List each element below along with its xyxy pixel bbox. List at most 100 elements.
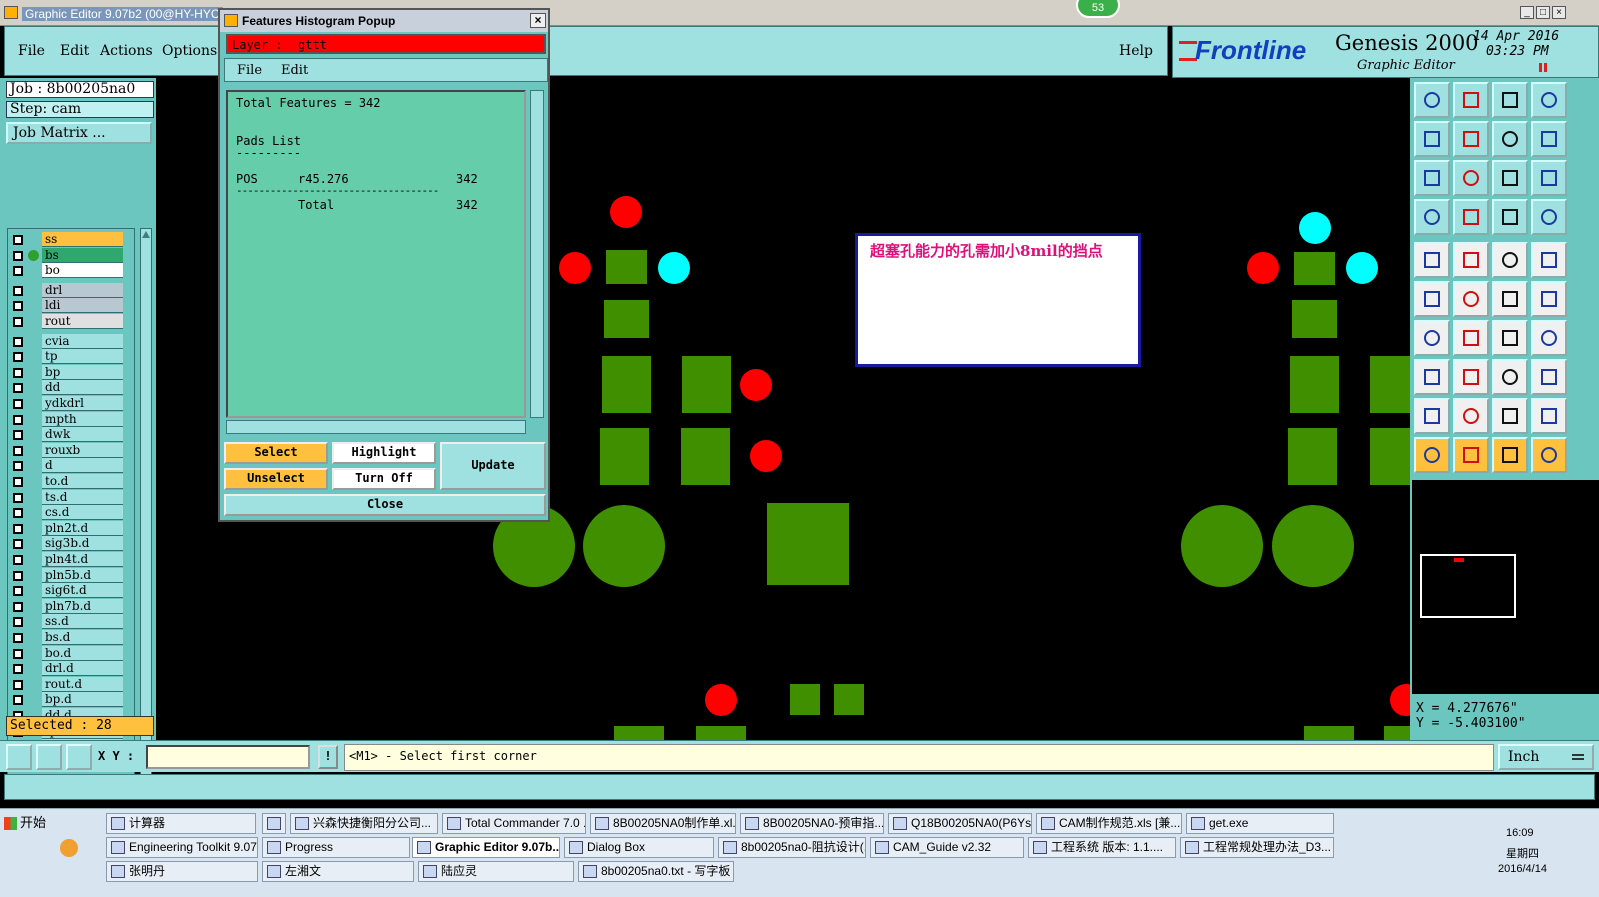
menu-actions[interactable]: Actions <box>100 43 153 59</box>
measure-icon[interactable] <box>1492 359 1528 395</box>
grid-icon[interactable] <box>66 744 92 770</box>
taskbar-button[interactable]: CAM制作规范.xls [兼... <box>1036 813 1182 834</box>
layer-row[interactable]: bs <box>8 247 132 263</box>
layer-name[interactable]: bs.d <box>42 630 123 645</box>
layer-name[interactable]: rout <box>42 314 123 329</box>
taskbar-button[interactable]: Q18B00205NA0(P6Ys)... <box>888 813 1032 834</box>
layer-row[interactable]: cvia <box>8 333 132 349</box>
taskbar-button[interactable]: 8B00205NA0制作单.xl... <box>590 813 736 834</box>
layer-row[interactable]: sig3b.d <box>8 536 132 552</box>
layer-name[interactable]: pln7b.d <box>42 598 123 614</box>
pointer-icon[interactable] <box>1414 437 1450 473</box>
job-matrix-button[interactable]: Job Matrix ... <box>6 122 152 144</box>
flip-icon[interactable] <box>1531 121 1567 157</box>
layer-name[interactable]: bp.d <box>42 692 123 708</box>
home-icon[interactable] <box>1414 82 1450 118</box>
measure-icon[interactable] <box>36 744 62 770</box>
select-button[interactable]: Select <box>224 442 328 464</box>
layer-row[interactable]: pln7b.d <box>8 598 132 614</box>
popup-menu-file[interactable]: File <box>237 63 262 78</box>
layer-checkbox[interactable] <box>13 617 23 628</box>
layer-row[interactable]: pln5b.d <box>8 567 132 583</box>
layer-checkbox[interactable] <box>13 664 23 675</box>
turn-off-button[interactable]: Turn Off <box>332 468 436 490</box>
help-icon[interactable] <box>1531 160 1567 196</box>
layer-checkbox[interactable] <box>13 648 23 659</box>
layer-row[interactable]: to.d <box>8 474 132 489</box>
taskbar-button[interactable]: get.exe <box>1186 813 1334 834</box>
layer-name[interactable]: tp <box>42 349 123 365</box>
layer-checkbox[interactable] <box>13 539 23 550</box>
zoom-area-icon[interactable] <box>6 744 32 770</box>
layer-checkbox[interactable] <box>13 523 23 534</box>
layer-checkbox[interactable] <box>13 301 23 312</box>
layer-name[interactable]: bs <box>42 247 123 263</box>
menu-help[interactable]: Help <box>1119 43 1153 59</box>
cross-icon[interactable] <box>1453 281 1489 317</box>
taskbar-button[interactable]: 8B00205NA0-预审指... <box>740 813 884 834</box>
taskbar-button[interactable]: 兴森快捷衡阳分公司... <box>290 813 438 834</box>
notification-badge[interactable]: 53 <box>1076 0 1120 18</box>
popup-close-icon[interactable]: × <box>530 13 546 28</box>
fit-icon[interactable] <box>1414 160 1450 196</box>
layer-name[interactable]: ydkdrl <box>42 396 123 411</box>
unselect-button[interactable]: Unselect <box>224 468 328 490</box>
layer-name[interactable]: d <box>42 458 123 474</box>
report-hscrollbar[interactable] <box>226 420 526 434</box>
frame-icon[interactable] <box>1531 82 1567 118</box>
layer-row[interactable]: dwk <box>8 427 132 443</box>
rotate-icon[interactable] <box>1492 320 1528 356</box>
layer-checkbox[interactable] <box>13 352 23 363</box>
taskbar-button[interactable]: Engineering Toolkit 9.07... <box>106 837 258 858</box>
minimize-button[interactable]: _ <box>1520 6 1534 19</box>
note-box[interactable]: 超塞孔能力的孔需加小8mil的挡点 <box>855 233 1141 367</box>
layer-row[interactable]: ldi <box>8 298 132 314</box>
layer-name[interactable]: to.d <box>42 474 123 489</box>
layer-name[interactable]: ss <box>42 232 123 247</box>
layer-row[interactable]: drl <box>8 282 132 298</box>
taskbar-button[interactable]: 张明丹 <box>106 861 258 882</box>
layer-checkbox[interactable] <box>13 250 23 261</box>
route-icon[interactable] <box>1531 437 1567 473</box>
taskbar-button[interactable]: 计算器 <box>106 813 256 834</box>
layer-name[interactable]: bo <box>42 263 123 279</box>
select-icon[interactable] <box>1453 437 1489 473</box>
layer-row[interactable]: bo.d <box>8 645 132 661</box>
exclamation-button[interactable]: ! <box>318 745 338 769</box>
layer-name[interactable]: pln5b.d <box>42 567 123 583</box>
ruler-icon[interactable] <box>1492 242 1528 278</box>
taskbar-button[interactable]: CAM_Guide v2.32 <box>870 837 1024 858</box>
minus-icon[interactable] <box>1453 359 1489 395</box>
select-box-icon[interactable] <box>1492 437 1528 473</box>
layer-name[interactable]: sig6t.d <box>42 583 123 599</box>
layer-row[interactable]: ss <box>8 232 132 247</box>
arrow-icon[interactable] <box>1531 281 1567 317</box>
node-icon[interactable] <box>1414 281 1450 317</box>
layer-checkbox[interactable] <box>13 508 23 519</box>
layer-row[interactable]: bp.d <box>8 692 132 708</box>
layer-checkbox[interactable] <box>13 445 23 456</box>
layer-list-scrollbar[interactable] <box>140 228 152 788</box>
layer-name[interactable]: ts.d <box>42 489 123 505</box>
minimap[interactable] <box>1412 480 1599 694</box>
layer-checkbox[interactable] <box>13 695 23 706</box>
xy-input[interactable] <box>146 745 310 769</box>
layer-checkbox[interactable] <box>13 285 23 296</box>
quicklaunch-icon[interactable] <box>60 839 78 857</box>
layer-row[interactable]: dd <box>8 380 132 396</box>
layer-checkbox[interactable] <box>13 601 23 612</box>
taskbar-button[interactable]: 工程系统 版本: 1.1.... <box>1028 837 1176 858</box>
layer-row[interactable]: bo <box>8 263 132 279</box>
taskbar-button[interactable]: 8b00205na0.txt - 写字板 <box>578 861 734 882</box>
menu-edit[interactable]: Edit <box>60 43 89 59</box>
menu-options[interactable]: Options <box>162 43 217 59</box>
update-button[interactable]: Update <box>440 442 546 490</box>
layer-checkbox[interactable] <box>13 477 23 487</box>
layer-name[interactable]: dd <box>42 380 123 396</box>
mirror-icon[interactable] <box>1531 320 1567 356</box>
layer-row[interactable]: cs.d <box>8 505 132 521</box>
layers-blue-icon[interactable] <box>1531 199 1567 235</box>
report-vscrollbar[interactable] <box>530 90 544 418</box>
layer-checkbox[interactable] <box>13 679 23 690</box>
taskbar-button[interactable]: Total Commander 7.0 ... <box>442 813 586 834</box>
